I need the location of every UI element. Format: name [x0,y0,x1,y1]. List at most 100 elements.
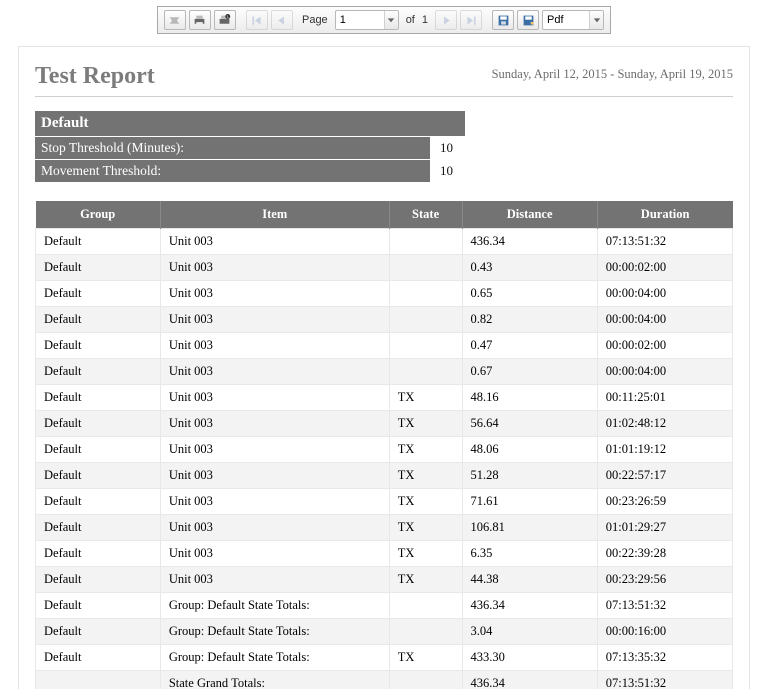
cell-state [389,333,462,359]
cell-group: Default [36,463,161,489]
cell-item: Unit 003 [160,463,389,489]
cell-group: Default [36,307,161,333]
cell-item: Unit 003 [160,307,389,333]
cell-duration: 07:13:51:32 [597,671,732,689]
col-group: Group [36,201,161,229]
cell-item: Group: Default State Totals: [160,619,389,645]
cell-item: Unit 003 [160,333,389,359]
table-row: DefaultUnit 003TX48.0601:01:19:12 [36,437,733,463]
cell-duration: 00:00:04:00 [597,281,732,307]
page-number-input[interactable] [336,11,384,29]
report-toolbar: 1 Page of 1 [157,6,611,34]
table-row: DefaultUnit 003TX6.3500:22:39:28 [36,541,733,567]
cell-distance: 106.81 [462,515,597,541]
options-icon[interactable] [164,10,186,30]
next-page-icon[interactable] [435,10,457,30]
cell-group [36,671,161,689]
table-row: State Grand Totals:436.3407:13:51:32 [36,671,733,689]
table-row: DefaultUnit 003TX71.6100:23:26:59 [36,489,733,515]
cell-group: Default [36,645,161,671]
cell-item: Unit 003 [160,437,389,463]
cell-distance: 433.30 [462,645,597,671]
page-dropdown-icon[interactable] [384,11,398,29]
cell-state [389,307,462,333]
last-page-icon[interactable] [460,10,482,30]
cell-item: Unit 003 [160,489,389,515]
cell-item: Unit 003 [160,255,389,281]
of-label: of [406,14,415,26]
cell-item: Group: Default State Totals: [160,593,389,619]
cell-state [389,619,462,645]
report-page: Test Report Sunday, April 12, 2015 - Sun… [18,46,750,689]
print-report-icon[interactable]: 1 [214,10,236,30]
cell-duration: 01:01:19:12 [597,437,732,463]
cell-state [389,593,462,619]
cell-group: Default [36,359,161,385]
cell-distance: 3.04 [462,619,597,645]
table-header-row: Group Item State Distance Duration [36,201,733,229]
cell-item: Unit 003 [160,411,389,437]
table-row: DefaultGroup: Default State Totals:436.3… [36,593,733,619]
table-row: DefaultUnit 003TX48.1600:11:25:01 [36,385,733,411]
page-number-combo[interactable] [335,10,399,30]
first-page-icon[interactable] [246,10,268,30]
table-row: DefaultUnit 003TX44.3800:23:29:56 [36,567,733,593]
cell-group: Default [36,567,161,593]
cell-duration: 07:13:35:32 [597,645,732,671]
table-row: DefaultUnit 0030.6700:00:04:00 [36,359,733,385]
cell-group: Default [36,619,161,645]
prev-page-icon[interactable] [271,10,293,30]
cell-distance: 0.43 [462,255,597,281]
cell-duration: 00:23:26:59 [597,489,732,515]
cell-duration: 01:01:29:27 [597,515,732,541]
cell-item: Unit 003 [160,541,389,567]
cell-group: Default [36,333,161,359]
param-value: 10 [430,160,463,182]
cell-duration: 01:02:48:12 [597,411,732,437]
cell-state: TX [389,437,462,463]
cell-item: Unit 003 [160,567,389,593]
format-input[interactable] [543,11,589,29]
cell-state: TX [389,489,462,515]
param-label: Movement Threshold: [35,160,430,182]
table-row: DefaultUnit 003TX106.8101:01:29:27 [36,515,733,541]
cell-group: Default [36,229,161,255]
print-icon[interactable] [189,10,211,30]
cell-state: TX [389,411,462,437]
report-table: Group Item State Distance Duration Defau… [35,201,733,689]
page-title: Test Report [35,63,155,90]
cell-duration: 07:13:51:32 [597,593,732,619]
cell-duration: 00:00:04:00 [597,359,732,385]
format-combo[interactable] [542,10,604,30]
cell-state: TX [389,567,462,593]
cell-distance: 6.35 [462,541,597,567]
cell-duration: 00:23:29:56 [597,567,732,593]
cell-state: TX [389,385,462,411]
cell-group: Default [36,281,161,307]
param-value: 10 [430,137,463,159]
cell-distance: 56.64 [462,411,597,437]
cell-state [389,281,462,307]
cell-item: Unit 003 [160,385,389,411]
table-row: DefaultUnit 0030.8200:00:04:00 [36,307,733,333]
cell-item: Unit 003 [160,515,389,541]
table-row: DefaultUnit 003TX56.6401:02:48:12 [36,411,733,437]
table-row: DefaultUnit 003436.3407:13:51:32 [36,229,733,255]
format-dropdown-icon[interactable] [589,11,603,29]
cell-state: TX [389,515,462,541]
total-pages: 1 [422,14,428,26]
save-icon[interactable] [492,10,514,30]
cell-state: TX [389,541,462,567]
cell-duration: 00:11:25:01 [597,385,732,411]
export-icon[interactable] [517,10,539,30]
table-row: DefaultUnit 0030.4300:00:02:00 [36,255,733,281]
table-row: DefaultGroup: Default State Totals:TX433… [36,645,733,671]
divider [35,96,733,97]
cell-distance: 436.34 [462,229,597,255]
cell-group: Default [36,593,161,619]
cell-distance: 0.67 [462,359,597,385]
col-duration: Duration [597,201,732,229]
table-row: DefaultUnit 0030.6500:00:04:00 [36,281,733,307]
cell-distance: 71.61 [462,489,597,515]
cell-distance: 44.38 [462,567,597,593]
